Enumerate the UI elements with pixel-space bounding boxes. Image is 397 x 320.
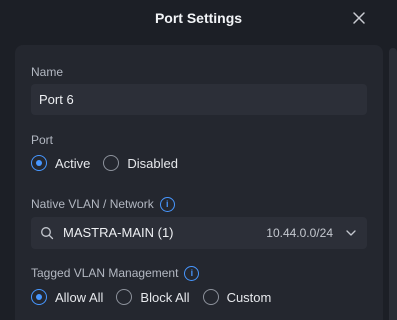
radio-unselected-icon <box>116 289 133 305</box>
radio-label: Disabled <box>127 155 178 171</box>
native-vlan-label: Native VLAN / Network <box>31 197 154 211</box>
port-active-radio[interactable]: Active <box>31 155 90 171</box>
tagged-vlan-radio-group: Allow All Block All Custom <box>31 289 284 305</box>
scrollbar[interactable] <box>389 48 397 320</box>
name-input[interactable]: Port 6 <box>31 84 367 115</box>
tagged-vlan-label-row: Tagged VLAN Management i <box>31 266 200 282</box>
radio-label: Custom <box>226 289 272 305</box>
info-icon[interactable]: i <box>159 197 175 213</box>
radio-unselected-icon <box>202 289 219 305</box>
custom-radio[interactable]: Custom <box>202 289 272 305</box>
native-vlan-label-row: Native VLAN / Network i <box>31 197 175 213</box>
radio-label: Allow All <box>55 289 104 305</box>
port-label: Port <box>31 133 54 147</box>
block-all-radio[interactable]: Block All <box>116 289 190 305</box>
selected-network: MASTRA-MAIN (1) <box>63 225 174 240</box>
radio-label: Active <box>55 155 91 171</box>
radio-unselected-icon <box>103 155 120 171</box>
radio-selected-icon <box>31 289 47 305</box>
panel-header: Port Settings <box>0 0 397 40</box>
port-settings-panel: Port Settings Name Port 6 Port Active Di… <box>0 0 397 320</box>
search-icon <box>41 227 54 240</box>
panel-title: Port Settings <box>154 10 243 26</box>
port-disabled-radio[interactable]: Disabled <box>103 155 178 171</box>
name-label: Name <box>31 65 64 79</box>
chevron-down-icon <box>346 230 356 236</box>
network-subnet: 10.44.0.0/24 <box>266 226 333 240</box>
native-vlan-select[interactable]: MASTRA-MAIN (1) 10.44.0.0/24 <box>31 217 367 249</box>
allow-all-radio[interactable]: Allow All <box>31 289 103 305</box>
port-radio-group: Active Disabled <box>31 155 191 171</box>
tagged-vlan-label: Tagged VLAN Management <box>31 266 179 280</box>
radio-label: Block All <box>140 289 190 305</box>
radio-selected-icon <box>31 155 47 171</box>
close-icon[interactable] <box>350 9 368 27</box>
info-icon[interactable]: i <box>184 266 200 282</box>
